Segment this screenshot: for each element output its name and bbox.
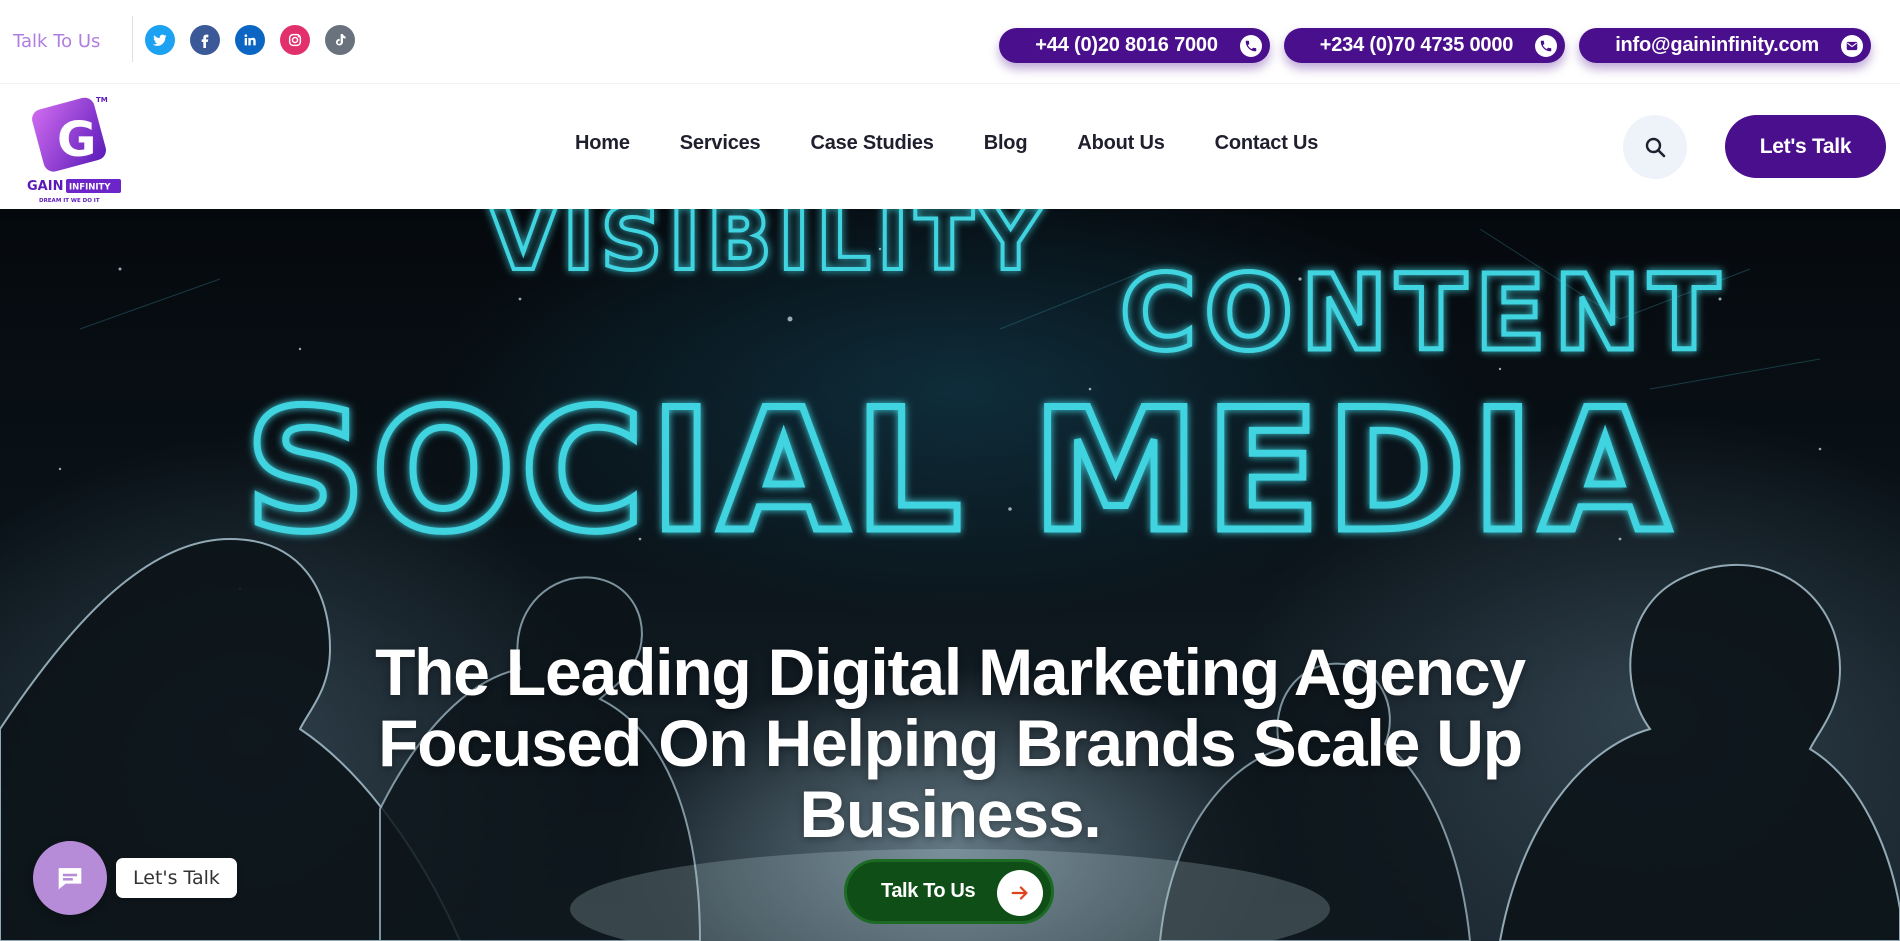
- nav-item-blog[interactable]: Blog: [984, 132, 1028, 155]
- search-icon: [1645, 137, 1666, 158]
- phone-uk-text: +44 (0)20 8016 7000: [1035, 34, 1218, 56]
- arrow-right-icon: [997, 870, 1043, 916]
- nav-item-case-studies[interactable]: Case Studies: [810, 132, 933, 155]
- instagram-icon[interactable]: [280, 25, 310, 55]
- primary-nav: Home Services Case Studies Blog About Us…: [575, 132, 1319, 221]
- phone-icon: [1239, 34, 1262, 57]
- talk-to-us-button[interactable]: Talk To Us: [844, 859, 1054, 924]
- logo-brand-gain: GAIN: [27, 179, 63, 194]
- talk-to-us-link[interactable]: Talk To Us: [13, 31, 100, 52]
- nav-item-about-us[interactable]: About Us: [1077, 132, 1164, 155]
- phone-ng-pill[interactable]: +234 (0)70 4735 0000: [1283, 28, 1566, 63]
- social-links: [145, 25, 355, 55]
- hero-section: VISIBILITY CONTENT SOCIAL MEDIA The Lead…: [0, 209, 1900, 941]
- hero-word-social-media: SOCIAL MEDIA: [245, 373, 1676, 569]
- phone-icon: [1535, 34, 1558, 57]
- hero-word-visibility: VISIBILITY: [490, 209, 1048, 290]
- talk-to-us-label: Talk To Us: [881, 880, 976, 902]
- phone-uk-pill[interactable]: +44 (0)20 8016 7000: [999, 28, 1270, 63]
- phone-ng-text: +234 (0)70 4735 0000: [1319, 34, 1514, 56]
- tiktok-icon[interactable]: [325, 25, 355, 55]
- logo-letter: G: [57, 112, 96, 168]
- search-button[interactable]: [1623, 115, 1687, 179]
- logo-tagline: DREAM IT WE DO IT: [39, 198, 100, 204]
- logo-brand-infinity: INFINITY: [69, 183, 111, 193]
- linkedin-icon[interactable]: [235, 25, 265, 55]
- main-nav-bar: TM G GAIN INFINITY DREAM IT WE DO IT Hom…: [0, 83, 1900, 221]
- chat-bubble-icon: [58, 868, 82, 890]
- facebook-icon[interactable]: [190, 25, 220, 55]
- divider: [132, 16, 133, 62]
- chat-widget-label[interactable]: Let's Talk: [116, 858, 237, 898]
- brand-logo[interactable]: TM G GAIN INFINITY DREAM IT WE DO IT: [24, 88, 124, 206]
- email-text: info@gaininfinity.com: [1615, 34, 1819, 56]
- hero-word-content: CONTENT: [1120, 252, 1728, 374]
- nav-item-home[interactable]: Home: [575, 132, 630, 221]
- contact-pills: +44 (0)20 8016 7000 +234 (0)70 4735 0000…: [999, 28, 1871, 63]
- chat-widget-button[interactable]: [33, 841, 107, 915]
- logo-tm: TM: [96, 96, 108, 104]
- nav-item-contact-us[interactable]: Contact Us: [1215, 132, 1319, 155]
- top-bar: Talk To Us +44 (0)20 8016 7000 +234 (0)7…: [0, 0, 1900, 83]
- nav-item-services[interactable]: Services: [680, 132, 761, 155]
- envelope-icon: [1841, 34, 1863, 57]
- hero-headline: The Leading Digital Marketing Agency Foc…: [375, 635, 1526, 851]
- twitter-icon[interactable]: [145, 25, 175, 55]
- email-pill[interactable]: info@gaininfinity.com: [1579, 28, 1871, 63]
- lets-talk-button[interactable]: Let's Talk: [1725, 115, 1886, 178]
